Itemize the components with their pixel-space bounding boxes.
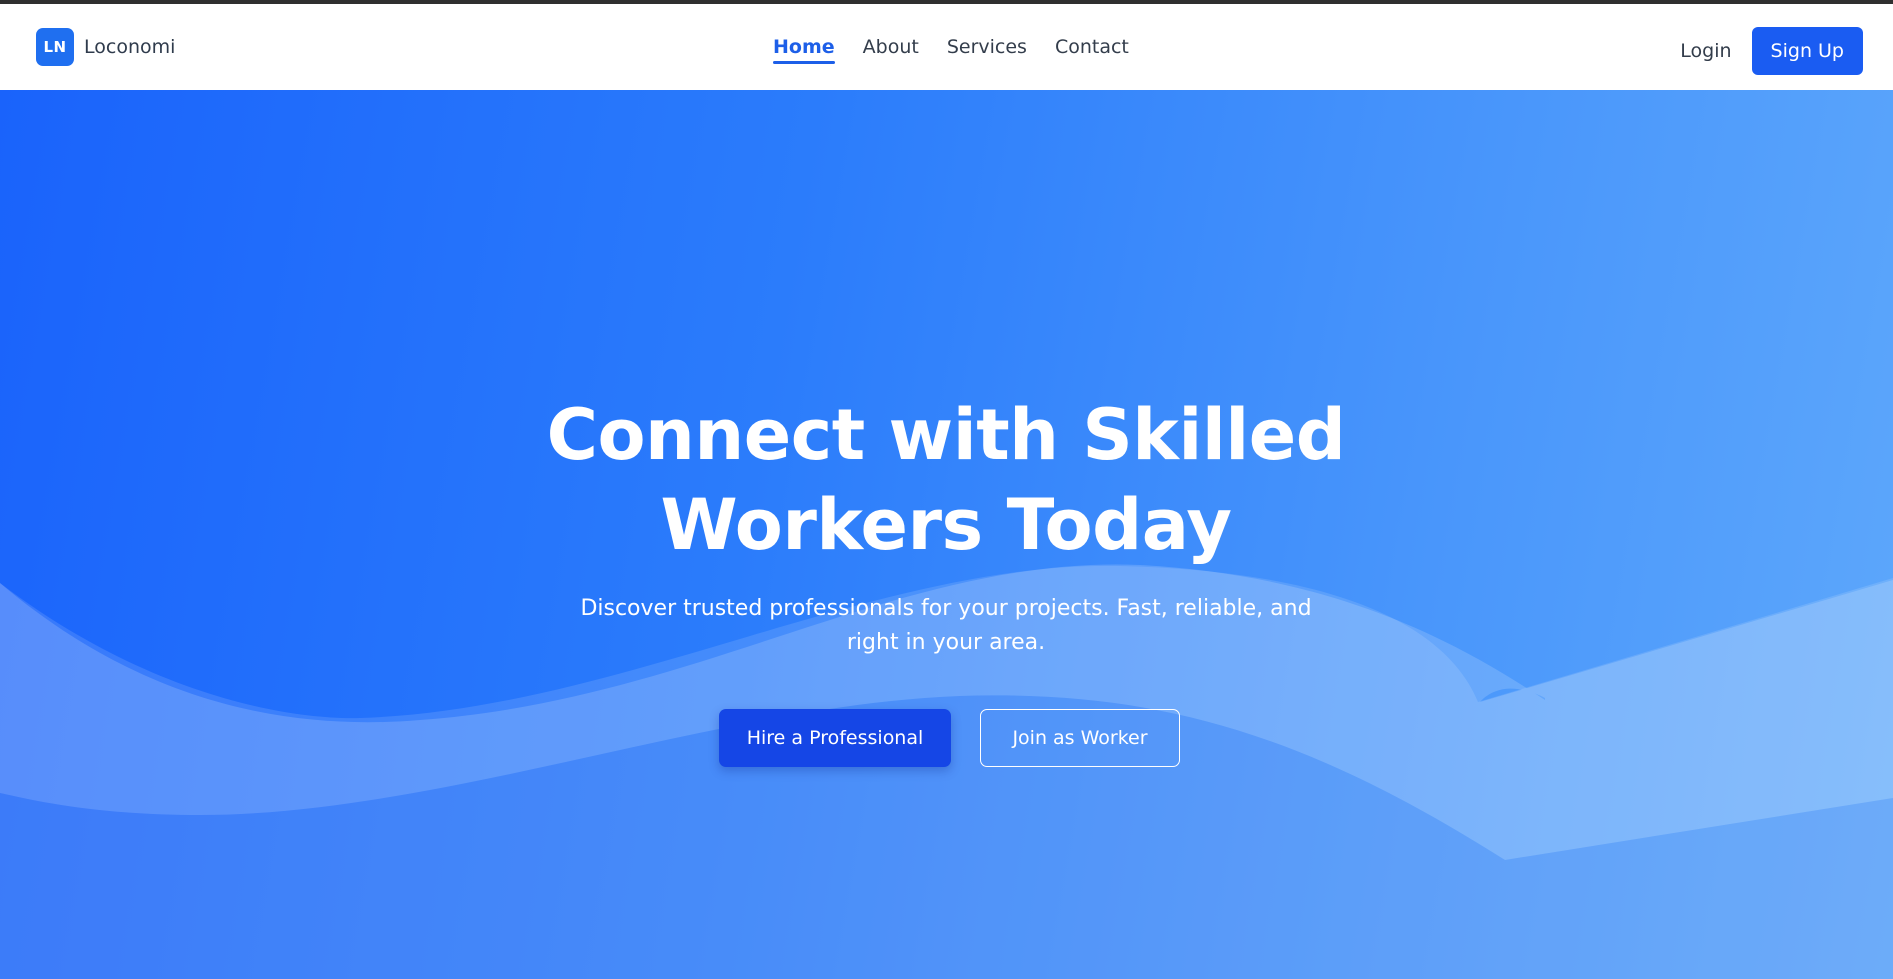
nav-link-about[interactable]: About [863,30,919,64]
nav-link-services[interactable]: Services [947,30,1027,64]
brand-link[interactable]: LN Loconomi [36,28,175,66]
nav-links: Home About Services Contact [773,28,1129,66]
login-link[interactable]: Login [1680,40,1731,62]
nav-link-home[interactable]: Home [773,30,835,64]
hire-professional-button[interactable]: Hire a Professional [719,709,951,767]
nav-actions: Login Sign Up [1680,27,1863,75]
nav-link-contact[interactable]: Contact [1055,30,1129,64]
signup-button[interactable]: Sign Up [1751,27,1863,75]
join-as-worker-button[interactable]: Join as Worker [980,709,1180,767]
hero-subtitle: Discover trusted professionals for your … [580,596,1312,655]
hero-content: Connect with Skilled Workers Today Disco… [0,90,1893,979]
brand-name: Loconomi [84,36,176,58]
page: LN Loconomi Home About Services Contact … [0,0,1893,979]
navbar: LN Loconomi Home About Services Contact … [0,4,1893,90]
hero-section: Connect with Skilled Workers Today Disco… [0,90,1893,979]
hero-title: Connect with Skilled Workers Today [546,394,1346,566]
brand-logo: LN [36,28,74,66]
